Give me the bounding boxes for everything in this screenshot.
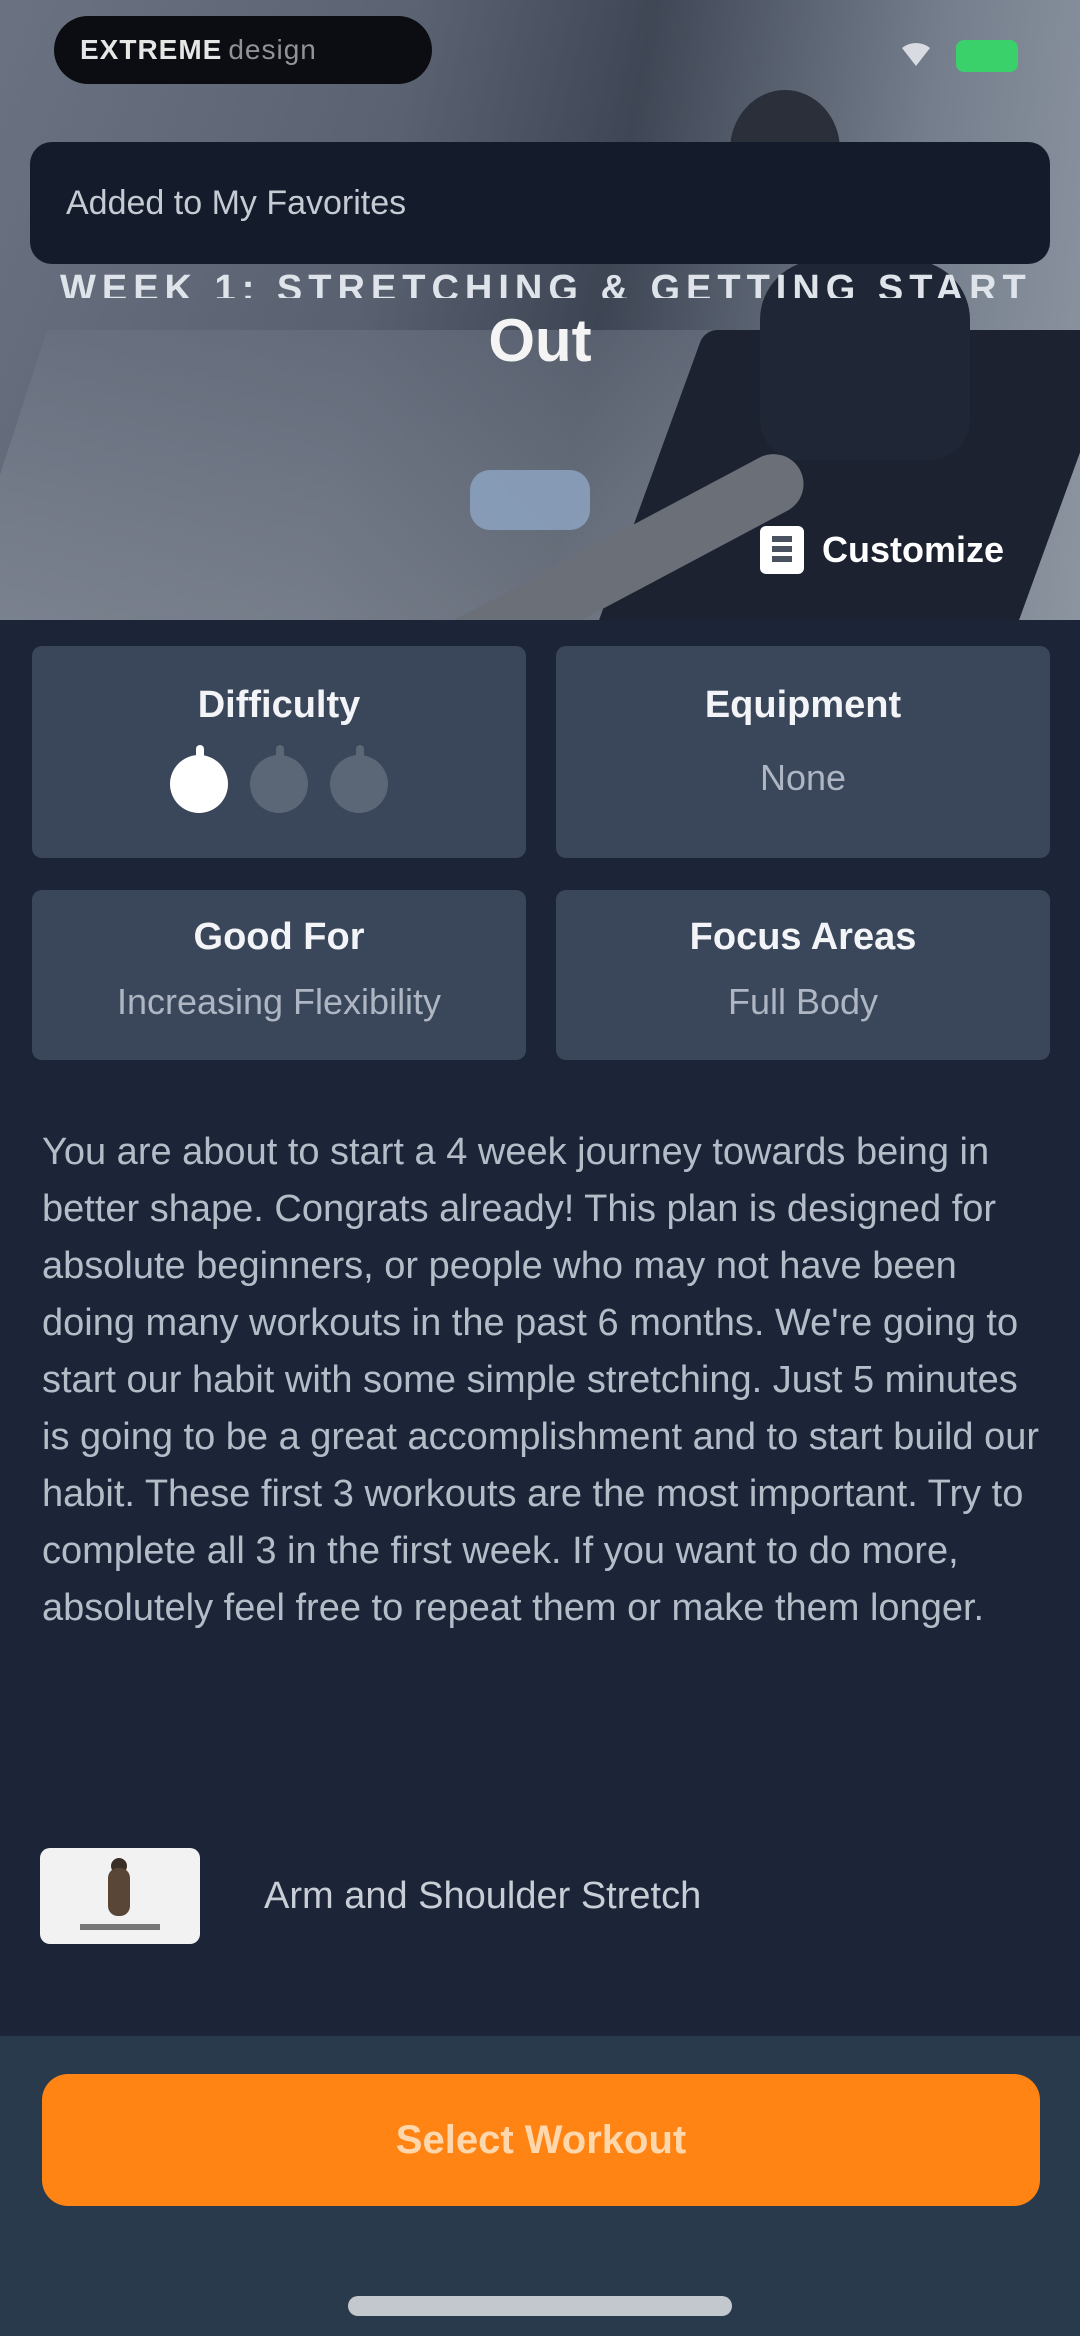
- exercise-name: Arm and Shoulder Stretch: [264, 1874, 702, 1917]
- workout-subtitle: WEEK 1: STRETCHING & GETTING STARTED: [60, 268, 1030, 298]
- exercise-item[interactable]: Arm and Shoulder Stretch: [40, 1846, 1040, 1946]
- logo-text-light: design: [228, 34, 317, 65]
- battery-icon: [956, 40, 1018, 72]
- difficulty-dot-icon: [170, 745, 228, 813]
- focus-areas-card: Focus Areas Full Body: [556, 890, 1050, 1060]
- home-indicator[interactable]: [348, 2296, 732, 2316]
- customize-label: Customize: [822, 529, 1005, 570]
- equipment-value: None: [759, 757, 847, 798]
- hero-person-hand: [470, 470, 590, 530]
- difficulty-title: Difficulty: [197, 684, 361, 726]
- focus-areas-title: Focus Areas: [689, 916, 917, 958]
- exercise-thumbnail: [40, 1848, 200, 1944]
- app-logo: EXTREME design: [54, 16, 432, 84]
- toast-message: Added to My Favorites: [66, 183, 407, 222]
- difficulty-dot-icon: [330, 745, 388, 813]
- workout-description: You are about to start a 4 week journey …: [42, 1131, 1040, 1629]
- favorites-toast: Added to My Favorites: [30, 142, 1050, 264]
- focus-areas-value: Full Body: [727, 981, 879, 1022]
- exercise-figure-base: [80, 1924, 160, 1930]
- good-for-value: Increasing Flexibility: [116, 981, 442, 1022]
- customize-button[interactable]: Customize: [760, 520, 1004, 580]
- difficulty-dot-icon: [250, 745, 308, 813]
- wifi-icon: [902, 42, 930, 66]
- good-for-card: Good For Increasing Flexibility: [32, 890, 526, 1060]
- customize-icon: [760, 526, 804, 574]
- select-workout-button[interactable]: Select Workout: [42, 2074, 1040, 2206]
- difficulty-card: Difficulty: [32, 646, 526, 858]
- good-for-title: Good For: [193, 916, 365, 958]
- workout-title: Out: [488, 307, 592, 374]
- equipment-title: Equipment: [704, 684, 902, 726]
- difficulty-rating: [32, 745, 526, 813]
- logo-text-bold: EXTREME: [80, 34, 223, 65]
- exercise-figure: [108, 1868, 130, 1916]
- equipment-card: Equipment None: [556, 646, 1050, 858]
